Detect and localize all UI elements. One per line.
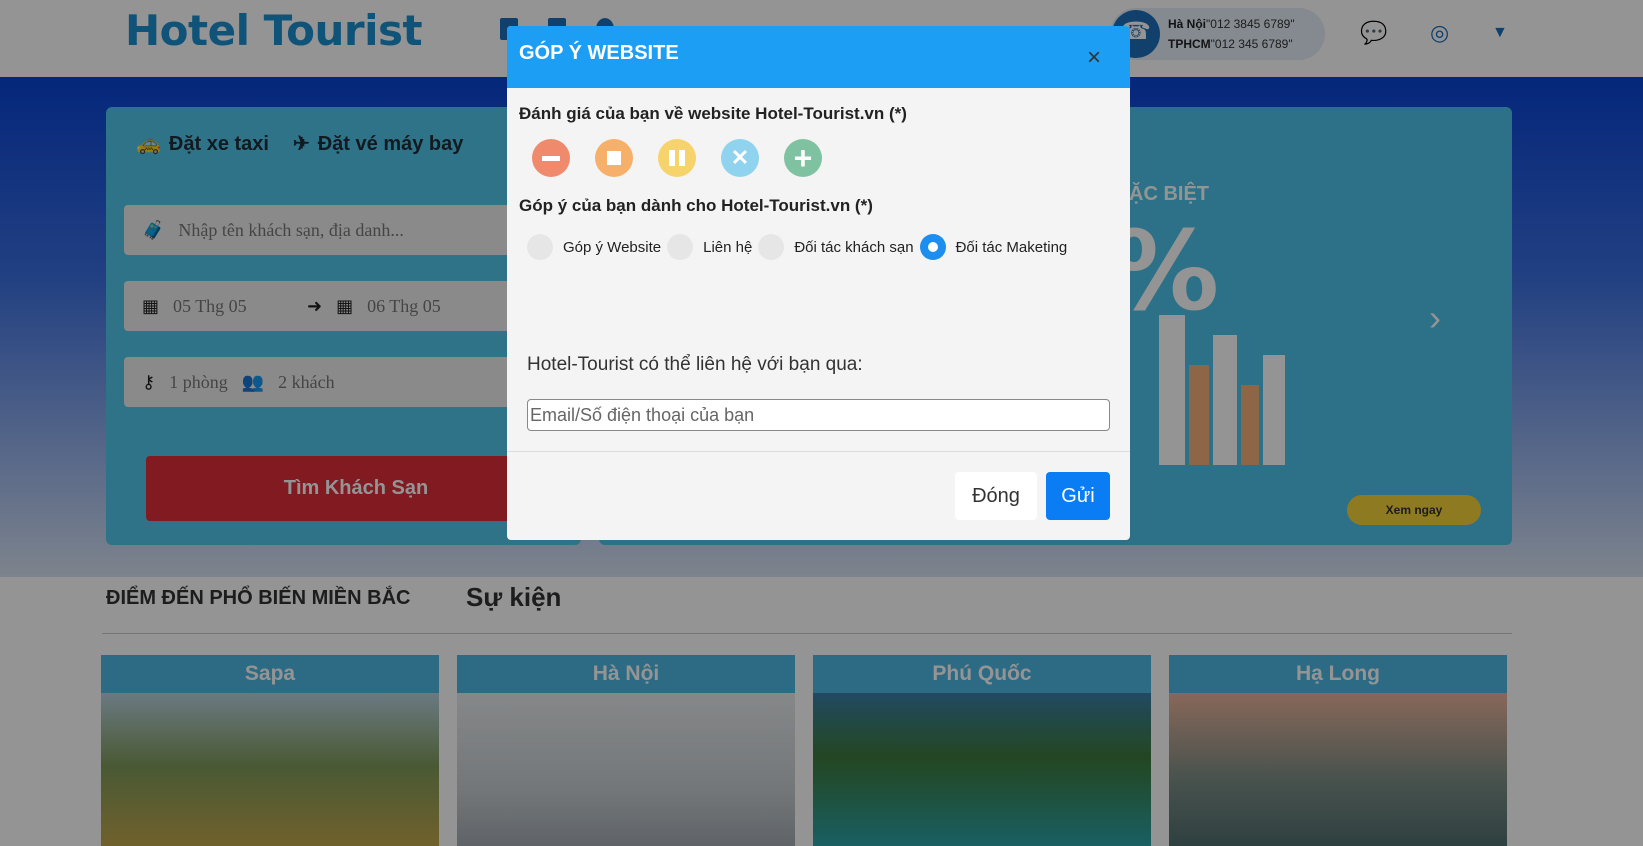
rating-stop-icon[interactable] — [595, 139, 633, 177]
option-label: Đối tác Maketing — [955, 238, 1068, 256]
modal-title: GÓP Ý WEBSITE — [519, 42, 679, 64]
rating-pause-icon[interactable] — [658, 139, 696, 177]
rating-plus-icon[interactable]: + — [784, 139, 822, 177]
option-feedback-website[interactable]: Góp ý Website — [527, 234, 661, 260]
feedback-type-options: Góp ý Website Liên hệ Đối tác khách sạn … — [527, 234, 1073, 260]
radio-button[interactable] — [758, 234, 785, 260]
radio-button-selected[interactable] — [919, 234, 946, 260]
option-label: Góp ý Website — [563, 238, 662, 256]
send-button[interactable]: Gửi — [1046, 472, 1110, 520]
option-marketing-partner[interactable]: Đối tác Maketing — [919, 234, 1068, 260]
radio-button[interactable] — [667, 234, 694, 260]
modal-footer-divider — [507, 451, 1130, 452]
rating-options: ✕ + — [532, 139, 822, 177]
feedback-modal: GÓP Ý WEBSITE × Đánh giá của bạn về webs… — [507, 26, 1130, 540]
option-label: Đối tác khách sạn — [794, 238, 914, 256]
feedback-question: Góp ý của bạn dành cho Hotel-Tourist.vn … — [519, 196, 873, 215]
radio-button[interactable] — [527, 234, 553, 260]
rating-question: Đánh giá của bạn về website Hotel-Touris… — [519, 104, 907, 123]
rating-minus-icon[interactable] — [532, 139, 570, 177]
modal-header: GÓP Ý WEBSITE × — [507, 26, 1130, 88]
close-icon[interactable]: × — [1087, 46, 1101, 70]
option-label: Liên hệ — [703, 238, 753, 256]
close-button[interactable]: Đóng — [955, 472, 1037, 520]
option-contact[interactable]: Liên hệ — [667, 234, 752, 260]
rating-times-icon[interactable]: ✕ — [721, 139, 759, 177]
option-hotel-partner[interactable]: Đối tác khách sạn — [758, 234, 914, 260]
contact-label: Hotel-Tourist có thể liên hệ với bạn qua… — [527, 354, 863, 375]
contact-input[interactable] — [527, 399, 1110, 431]
